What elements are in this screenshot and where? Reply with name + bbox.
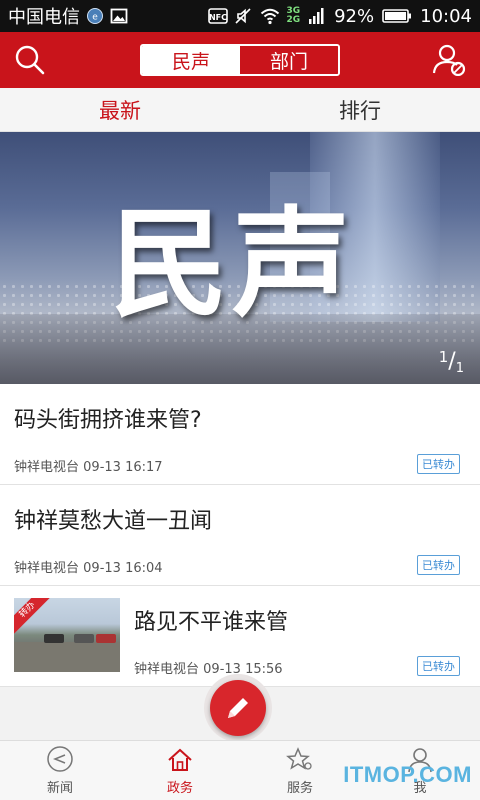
user-center-button[interactable] — [432, 44, 466, 77]
nav-government[interactable]: 政务 — [120, 741, 240, 800]
nav-label: 服务 — [286, 781, 313, 796]
battery-percent: 92% — [334, 5, 375, 27]
pager-current: 1 — [438, 348, 449, 366]
pager-slash: / — [448, 349, 456, 374]
news-title: 钟祥莫愁大道一丑闻 — [14, 509, 213, 534]
subtabs: 最新 排行 — [0, 88, 480, 132]
user-icon — [432, 44, 466, 77]
news-title: 码头街拥挤谁来管? — [14, 408, 202, 433]
news-thumbnail: 转办 — [14, 598, 120, 672]
nav-label: 新闻 — [46, 781, 73, 796]
status-badge: 已转办 — [417, 454, 460, 474]
signal-icon — [308, 7, 326, 25]
tab-ranking[interactable]: 排行 — [240, 88, 480, 131]
home-icon — [168, 748, 192, 771]
news-meta: 钟祥电视台 09-13 15:56 — [134, 658, 283, 677]
app-screen: 中国电信 e NFC 3G 2G 92% 10:04 民声 部门 最新 排行 民… — [0, 0, 480, 800]
compose-button[interactable] — [210, 680, 266, 736]
news-meta: 钟祥电视台 09-13 16:17 — [14, 456, 163, 475]
news-title: 路见不平谁来管 — [134, 610, 289, 635]
network-type: 3G 2G — [286, 7, 300, 25]
banner-title: 民声 — [110, 194, 355, 333]
image-icon — [110, 7, 128, 25]
news-time: 09-13 16:17 — [83, 460, 163, 475]
carrier-badge-icon: e — [86, 7, 104, 25]
tab-latest[interactable]: 最新 — [0, 88, 240, 131]
news-icon — [47, 746, 73, 772]
mute-icon — [234, 7, 252, 25]
news-source: 钟祥电视台 — [14, 460, 80, 475]
wifi-icon — [260, 7, 280, 25]
search-icon — [15, 45, 45, 75]
nav-news[interactable]: 新闻 — [0, 741, 120, 800]
nav-label: 政务 — [166, 781, 193, 796]
thumb-road — [14, 642, 120, 672]
thumb-car — [44, 634, 64, 643]
banner-pager: 1/1 — [438, 348, 464, 376]
thumb-car — [96, 634, 116, 643]
svg-text:e: e — [92, 13, 98, 23]
app-header: 民声 部门 — [0, 32, 480, 88]
status-badge: 已转办 — [417, 656, 460, 676]
search-button[interactable] — [14, 44, 46, 76]
news-time: 09-13 16:04 — [83, 561, 163, 576]
clock: 10:04 — [420, 5, 472, 27]
news-meta: 钟祥电视台 09-13 16:04 — [14, 557, 163, 576]
list-item[interactable]: 转办 路见不平谁来管 钟祥电视台 09-13 15:56 已转办 — [0, 586, 480, 687]
banner-carousel[interactable]: 民声 1/1 — [0, 132, 480, 384]
news-source: 钟祥电视台 — [134, 662, 200, 677]
network-2g: 2G — [286, 15, 301, 25]
news-list: 码头街拥挤谁来管? 钟祥电视台 09-13 16:17 已转办 钟祥莫愁大道一丑… — [0, 384, 480, 687]
status-bar: 中国电信 e NFC 3G 2G 92% 10:04 — [0, 0, 480, 32]
thumb-car — [74, 634, 94, 643]
list-item[interactable]: 码头街拥挤谁来管? 钟祥电视台 09-13 16:17 已转办 — [0, 384, 480, 485]
list-item[interactable]: 钟祥莫愁大道一丑闻 钟祥电视台 09-13 16:04 已转办 — [0, 485, 480, 586]
nav-service[interactable]: 服务 — [240, 741, 360, 800]
thumb-ribbon: 转办 — [14, 598, 53, 635]
segment-minsheng[interactable]: 民声 — [142, 46, 240, 74]
star-icon — [286, 747, 312, 770]
nfc-icon: NFC — [208, 7, 229, 25]
status-badge: 已转办 — [417, 555, 460, 575]
pencil-icon — [228, 698, 248, 718]
svg-text:NFC: NFC — [209, 13, 227, 22]
news-source: 钟祥电视台 — [14, 561, 80, 576]
battery-icon — [382, 7, 412, 25]
segment-bumen[interactable]: 部门 — [240, 46, 338, 74]
pager-total: 1 — [455, 361, 464, 376]
carrier-label: 中国电信 — [8, 7, 80, 28]
section-toggle: 民声 部门 — [140, 44, 340, 76]
watermark: ITMOP.COM — [343, 762, 472, 787]
